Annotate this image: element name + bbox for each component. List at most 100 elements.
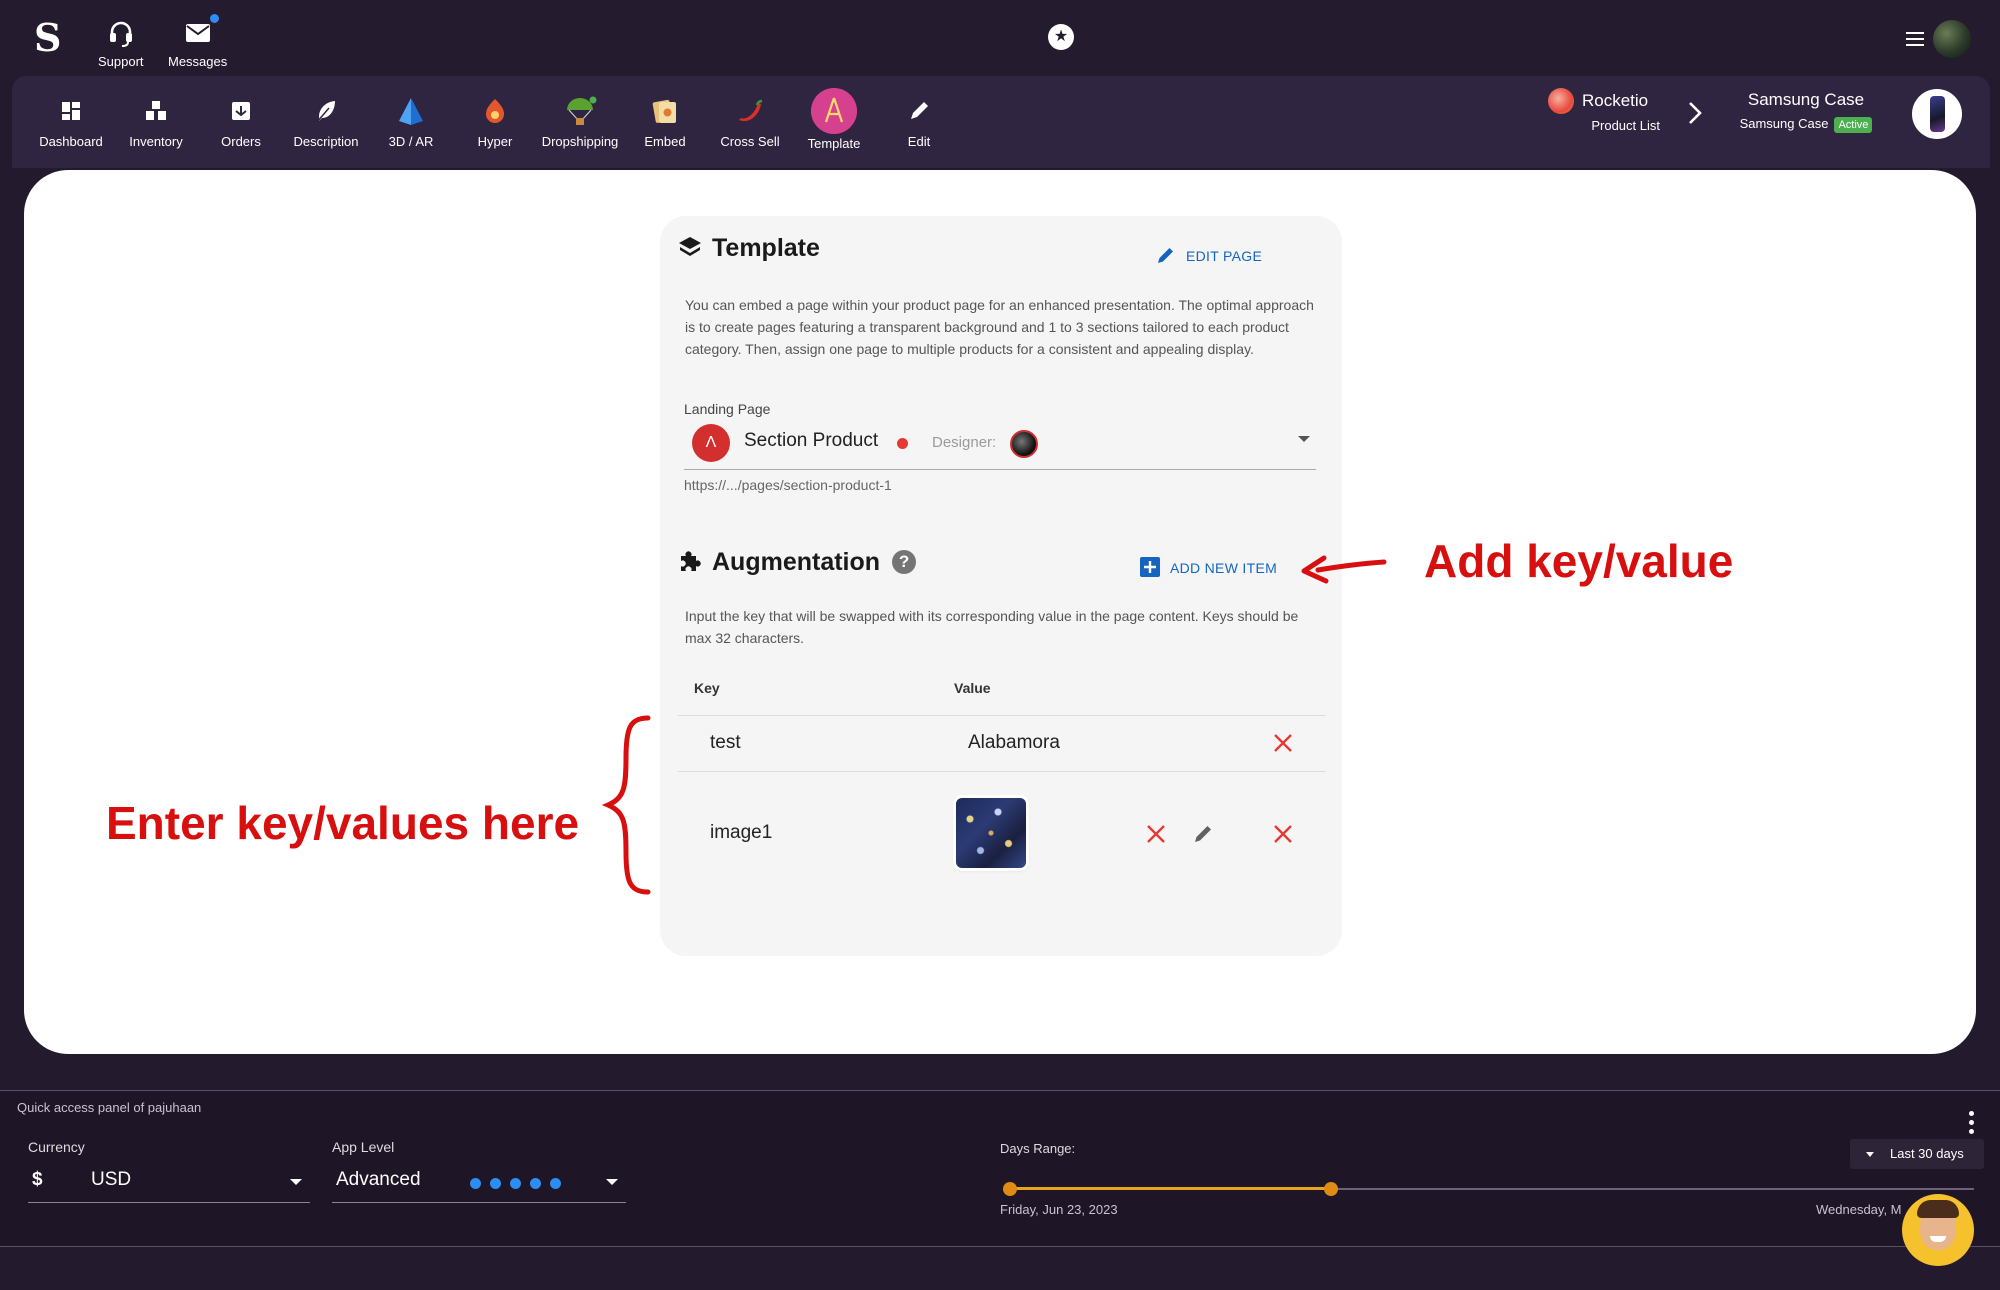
tool-embed[interactable]: Embed: [625, 94, 705, 149]
table-row: image1: [678, 772, 1326, 896]
edit-page-button[interactable]: EDIT PAGE: [1156, 245, 1262, 265]
edit-page-label: EDIT PAGE: [1186, 248, 1263, 264]
range-preset-button[interactable]: Last 30 days: [1850, 1139, 1984, 1169]
add-new-item-button[interactable]: ADD NEW ITEM: [1140, 557, 1277, 577]
help-icon[interactable]: ?: [892, 550, 917, 574]
delete-row-icon[interactable]: [1272, 732, 1294, 754]
slider-end-handle[interactable]: [1324, 1182, 1338, 1196]
hyper-icon: [486, 99, 504, 123]
tool-dropshipping[interactable]: Dropshipping: [540, 94, 620, 149]
augmentation-heading: Augmentation?: [678, 548, 917, 577]
orders-icon: [232, 102, 250, 120]
annotation-enter-key-values: Enter key/values here: [106, 797, 580, 849]
quick-access-panel: Quick access panel of pajuhaan Currency …: [0, 1090, 2000, 1247]
shop-subtitle: Product List: [1591, 118, 1660, 133]
range-preset-label: Last 30 days: [1890, 1146, 1964, 1161]
envelope-icon: [185, 24, 210, 42]
caret-down-icon: [1866, 1152, 1874, 1157]
tool-cross-sell[interactable]: Cross Sell: [710, 94, 790, 149]
tool-label: Embed: [644, 134, 686, 149]
designer-label: Designer:: [932, 434, 997, 451]
breadcrumb-product[interactable]: Samsung Case Samsung Case Active: [1726, 90, 1886, 133]
landing-page-select[interactable]: Λ Section Product Designer:: [684, 422, 1316, 470]
top-bar: S Support Messages ★: [0, 0, 2000, 78]
user-avatar[interactable]: [1933, 20, 1971, 58]
annotation-brace: [601, 715, 651, 895]
delete-row-icon[interactable]: [1272, 823, 1294, 845]
menu-icon[interactable]: [1906, 32, 1924, 46]
tool-label: Hyper: [477, 134, 513, 149]
augmentation-title: Augmentation: [712, 548, 881, 576]
page-logo-icon: Λ: [692, 424, 730, 462]
range-end-date-text: Wednesday, M: [1816, 1202, 1902, 1217]
designer-avatar: [1010, 430, 1038, 458]
tool-label: Dropshipping: [541, 134, 619, 149]
pencil-icon: [911, 102, 928, 119]
breadcrumb-shop[interactable]: Rocketio Product List: [1548, 88, 1660, 133]
template-icon: [811, 88, 857, 134]
tool-label: 3D / AR: [388, 134, 434, 149]
landing-page-label: Landing Page: [684, 401, 771, 417]
status-badge: Active: [1834, 117, 1873, 133]
messages-label: Messages: [168, 54, 228, 69]
tool-inventory[interactable]: Inventory: [116, 94, 196, 149]
tool-orders[interactable]: Orders: [201, 94, 281, 149]
panel-label: Quick access panel of pajuhaan: [17, 1100, 202, 1115]
tool-edit[interactable]: Edit: [879, 94, 959, 149]
column-key: Key: [694, 680, 720, 696]
support-button[interactable]: Support: [98, 18, 144, 69]
row-key[interactable]: image1: [710, 822, 772, 844]
product-thumbnail[interactable]: [1912, 89, 1962, 139]
clear-image-icon[interactable]: [1145, 823, 1167, 845]
annotation-arrow: [1301, 555, 1387, 584]
headset-icon: [109, 21, 132, 47]
edit-image-icon[interactable]: [1192, 823, 1214, 845]
slider-start-handle[interactable]: [1003, 1182, 1017, 1196]
tool-label: Edit: [907, 134, 931, 149]
page-url: https://.../pages/section-product-1: [684, 477, 892, 493]
app-level-select[interactable]: App Level Advanced: [332, 1139, 626, 1203]
tool-dashboard[interactable]: Dashboard: [31, 94, 111, 149]
tool-label: Description: [293, 134, 359, 149]
key-value-table: Key Value test Alabamora image1: [678, 672, 1326, 896]
row-key[interactable]: test: [710, 732, 741, 754]
tool-template[interactable]: Template: [794, 88, 874, 151]
table-row: test Alabamora: [678, 716, 1326, 772]
pyramid-icon: [399, 98, 423, 125]
shop-logo: [1548, 88, 1574, 114]
favorite-star-icon[interactable]: ★: [1048, 24, 1074, 50]
chevron-down-icon[interactable]: [1298, 436, 1310, 442]
tool-3d-ar[interactable]: 3D / AR: [371, 94, 451, 149]
currency-value: USD: [91, 1169, 132, 1190]
column-value: Value: [954, 680, 991, 696]
currency-select[interactable]: Currency $ USD: [28, 1139, 310, 1203]
tool-hyper[interactable]: Hyper: [455, 94, 535, 149]
slider-fill: [1010, 1187, 1331, 1190]
value-image-thumbnail[interactable]: [956, 798, 1026, 868]
chevron-down-icon: [606, 1179, 618, 1185]
tool-description[interactable]: Description: [286, 94, 366, 149]
template-description: You can embed a page within your product…: [685, 297, 1314, 357]
messages-button[interactable]: Messages: [168, 14, 228, 69]
chevron-right-icon: [1689, 102, 1702, 124]
status-dot: [897, 438, 908, 449]
puzzle-icon: [681, 551, 701, 571]
range-start-date: Friday, Jun 23, 2023: [1000, 1202, 1118, 1217]
app-logo[interactable]: S: [34, 18, 70, 58]
app-level-label: App Level: [332, 1139, 395, 1155]
layers-icon: [679, 237, 701, 256]
product-subtitle: Samsung Case: [1739, 116, 1829, 131]
product-name: Samsung Case: [1747, 90, 1865, 109]
days-range-label: Days Range:: [1000, 1141, 1076, 1156]
embed-icon: [652, 99, 676, 123]
chevron-down-icon: [290, 1179, 302, 1185]
currency-symbol: $: [32, 1169, 43, 1190]
tool-label: Dashboard: [39, 134, 103, 149]
tool-label: Inventory: [129, 134, 183, 149]
more-options-icon[interactable]: [1969, 1111, 1974, 1138]
annotation-add-key-value: Add key/value: [1424, 535, 1734, 587]
add-new-item-label: ADD NEW ITEM: [1170, 560, 1278, 576]
row-value[interactable]: Alabamora: [968, 732, 1060, 754]
chili-icon: [739, 99, 763, 122]
support-chat-avatar[interactable]: [1902, 1194, 1974, 1266]
